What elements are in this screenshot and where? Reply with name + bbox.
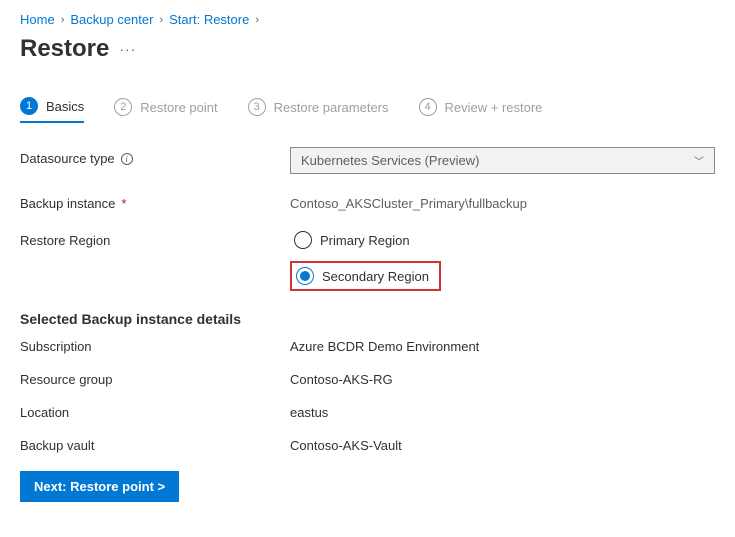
backup-instance-value: Contoso_AKSCluster_Primary\fullbackup bbox=[290, 192, 715, 211]
breadcrumb-start-restore[interactable]: Start: Restore bbox=[169, 12, 249, 27]
tab-restore-parameters[interactable]: 3 Restore parameters bbox=[248, 98, 389, 122]
dropdown-value: Kubernetes Services (Preview) bbox=[301, 153, 479, 168]
tab-label: Basics bbox=[46, 99, 84, 114]
highlight-box: Secondary Region bbox=[290, 261, 441, 291]
chevron-right-icon: › bbox=[255, 14, 259, 26]
restore-region-radio-group: Primary Region Secondary Region bbox=[290, 229, 441, 291]
radio-label: Secondary Region bbox=[322, 269, 429, 284]
chevron-right-icon: › bbox=[159, 14, 163, 26]
tab-basics[interactable]: 1 Basics bbox=[20, 97, 84, 123]
step-number: 3 bbox=[248, 98, 266, 116]
next-restore-point-button[interactable]: Next: Restore point > bbox=[20, 471, 179, 502]
step-number: 1 bbox=[20, 97, 38, 115]
tab-label: Review + restore bbox=[445, 100, 543, 115]
chevron-right-icon: › bbox=[61, 14, 65, 26]
breadcrumb-backup-center[interactable]: Backup center bbox=[70, 12, 153, 27]
breadcrumb: Home › Backup center › Start: Restore › bbox=[20, 12, 715, 27]
backup-vault-value: Contoso-AKS-Vault bbox=[290, 438, 402, 453]
section-title: Selected Backup instance details bbox=[20, 311, 715, 327]
resource-group-value: Contoso-AKS-RG bbox=[290, 372, 393, 387]
resource-group-label: Resource group bbox=[20, 372, 290, 387]
radio-icon bbox=[294, 231, 312, 249]
page-title: Restore bbox=[20, 35, 109, 63]
tab-review-restore[interactable]: 4 Review + restore bbox=[419, 98, 543, 122]
datasource-type-label: Datasource type i bbox=[20, 147, 290, 166]
restore-region-label: Restore Region bbox=[20, 229, 290, 248]
subscription-value: Azure BCDR Demo Environment bbox=[290, 339, 479, 354]
wizard-tabs: 1 Basics 2 Restore point 3 Restore param… bbox=[20, 97, 715, 123]
tab-label: Restore parameters bbox=[274, 100, 389, 115]
required-indicator: * bbox=[121, 196, 126, 211]
info-icon[interactable]: i bbox=[121, 153, 133, 165]
breadcrumb-home[interactable]: Home bbox=[20, 12, 55, 27]
tab-label: Restore point bbox=[140, 100, 217, 115]
backup-vault-label: Backup vault bbox=[20, 438, 290, 453]
radio-secondary-region[interactable]: Secondary Region bbox=[292, 265, 433, 287]
backup-instance-label: Backup instance * bbox=[20, 192, 290, 211]
location-label: Location bbox=[20, 405, 290, 420]
step-number: 2 bbox=[114, 98, 132, 116]
radio-label: Primary Region bbox=[320, 233, 410, 248]
datasource-type-dropdown[interactable]: Kubernetes Services (Preview) ﹀ bbox=[290, 147, 715, 174]
chevron-down-icon: ﹀ bbox=[694, 153, 704, 168]
location-value: eastus bbox=[290, 405, 328, 420]
tab-restore-point[interactable]: 2 Restore point bbox=[114, 98, 217, 122]
radio-primary-region[interactable]: Primary Region bbox=[290, 229, 441, 251]
step-number: 4 bbox=[419, 98, 437, 116]
radio-icon bbox=[296, 267, 314, 285]
subscription-label: Subscription bbox=[20, 339, 290, 354]
more-actions-button[interactable]: ··· bbox=[119, 41, 136, 57]
